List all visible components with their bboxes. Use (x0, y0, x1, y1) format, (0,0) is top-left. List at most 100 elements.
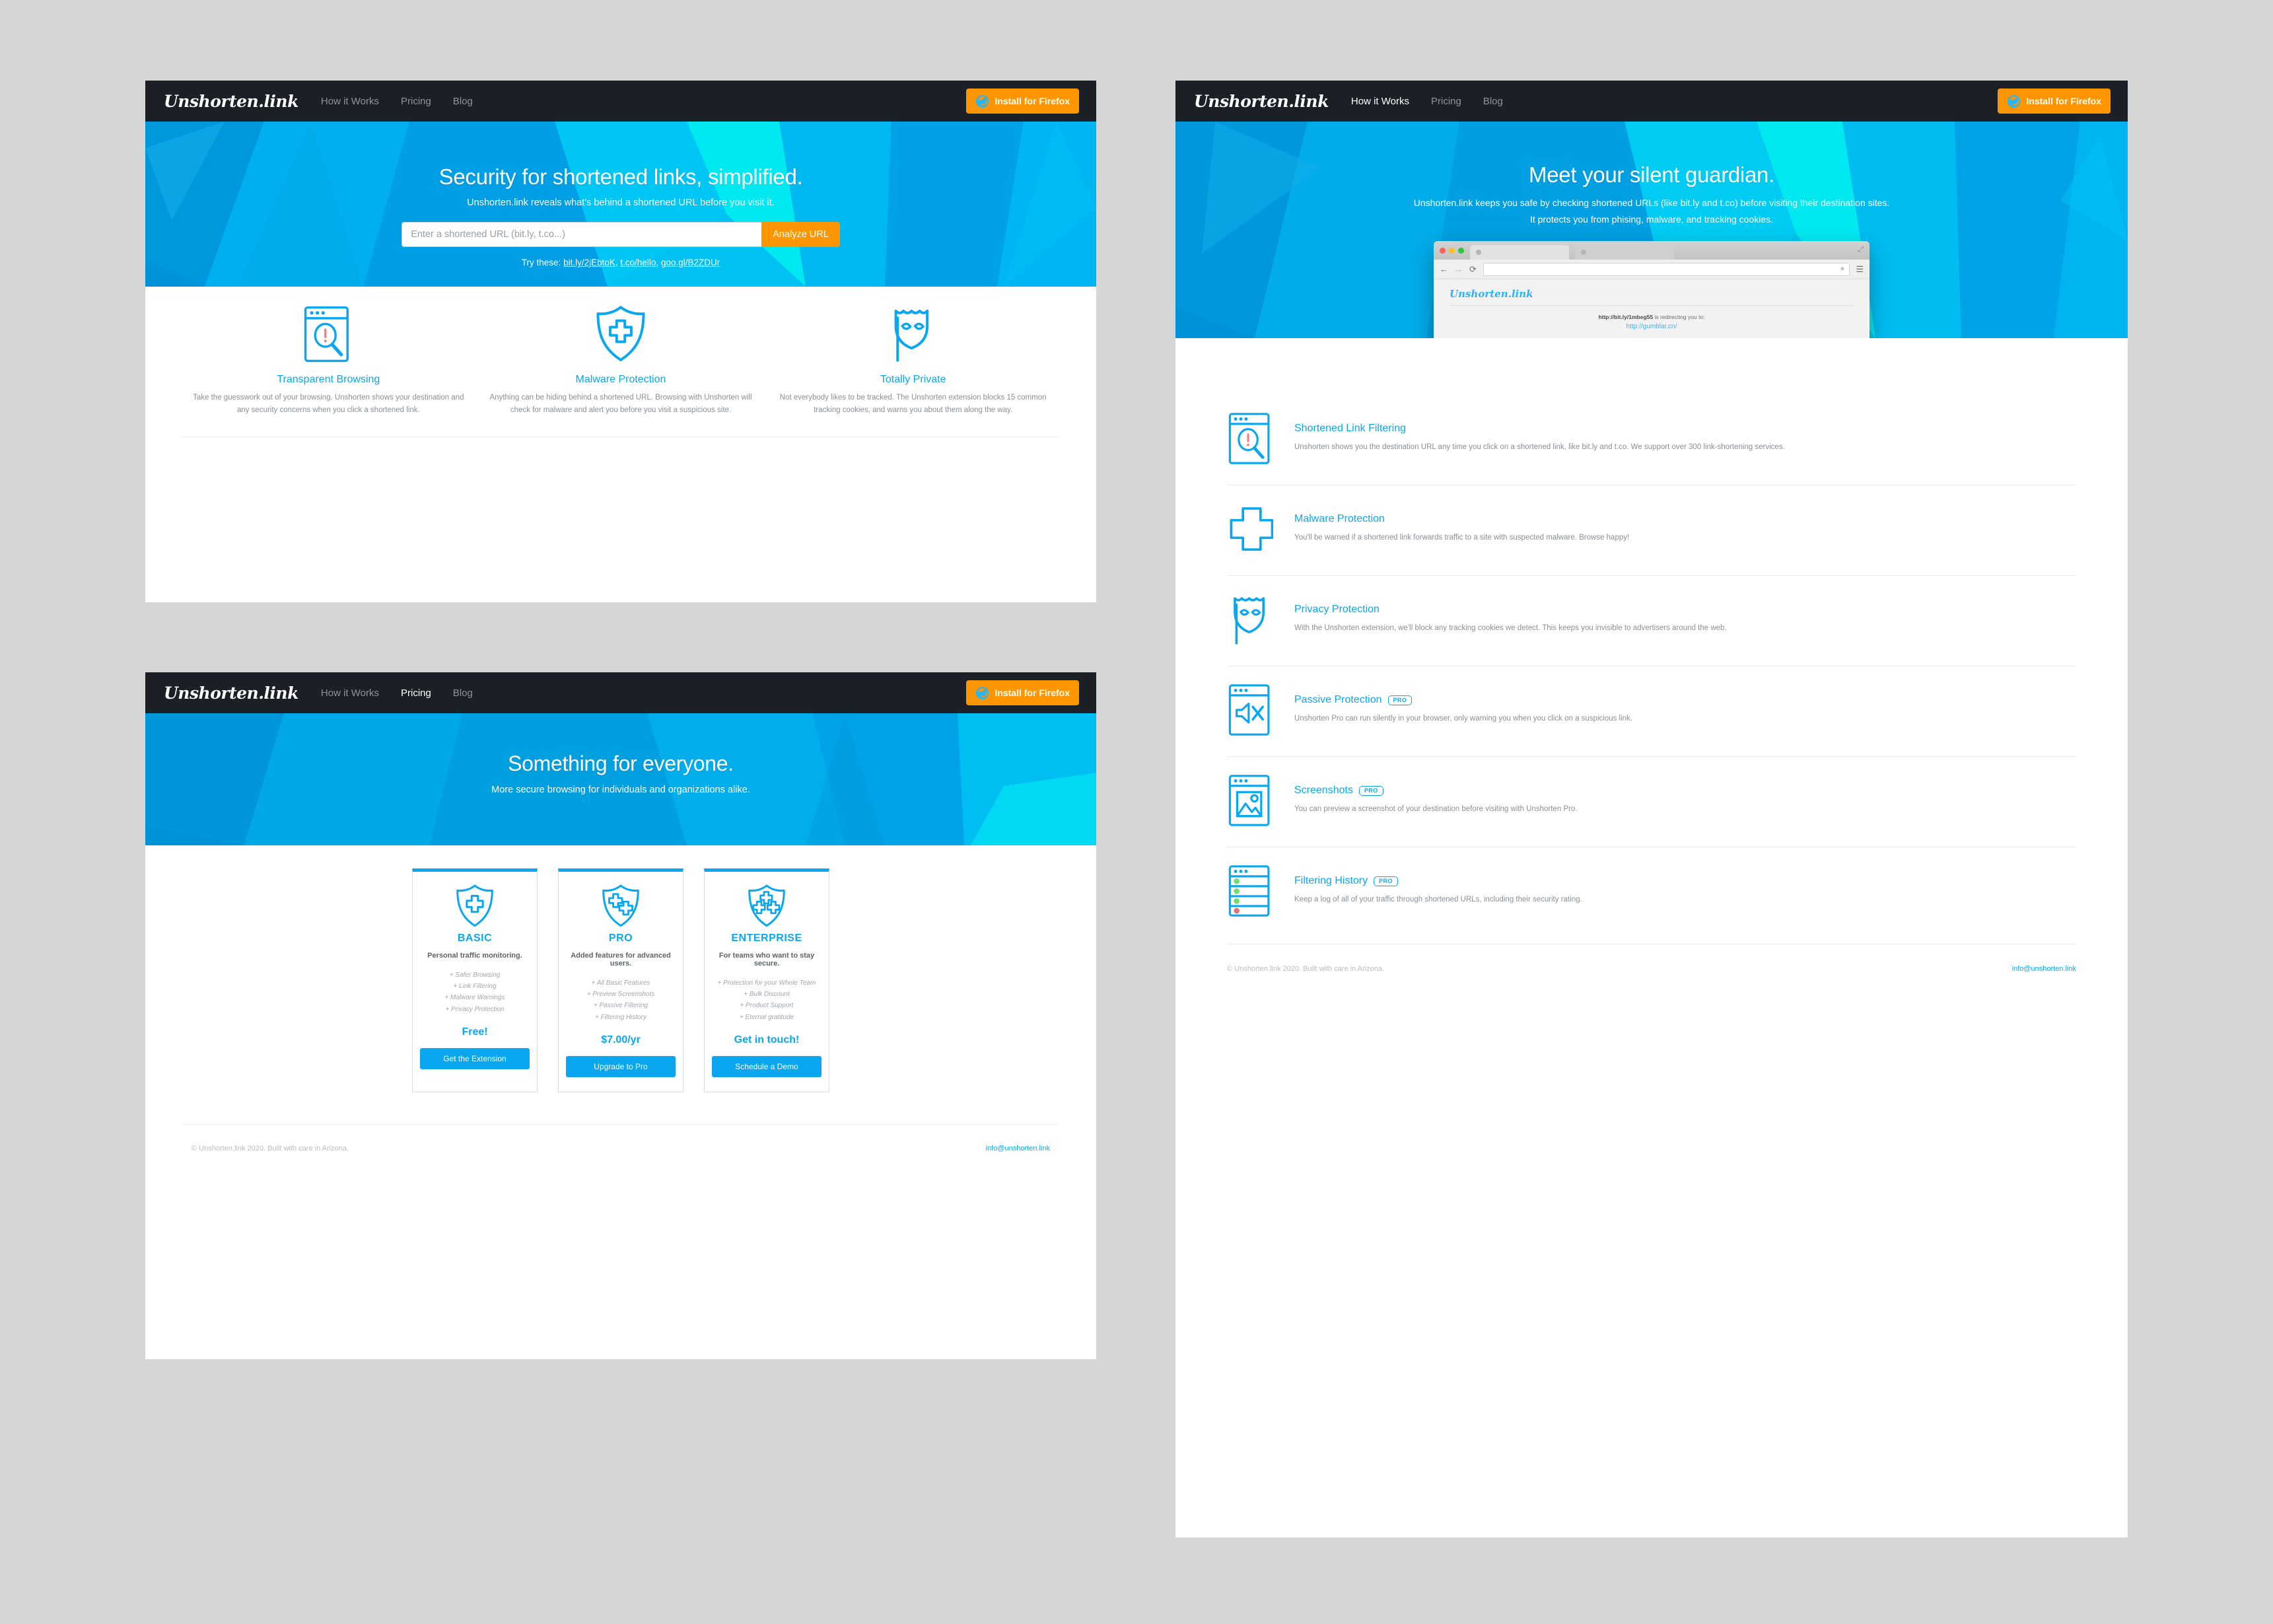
install-for-firefox-button[interactable]: Install for Firefox (966, 88, 1079, 114)
browser-mockup: ⤢ ← → ⟳ ★ ☰ Unshorten.link http://bit.ly… (1434, 241, 1870, 338)
feature-row-body: Keep a log of all of your traffic throug… (1294, 896, 1582, 903)
feature-row-title: Privacy Protection (1294, 604, 1380, 615)
shield-x-icon (1650, 337, 1653, 338)
plan-feature: + Passive Filtering (594, 1002, 648, 1010)
feature-row-body: You'll be warned if a shortened link for… (1294, 534, 1630, 542)
hamburger-menu-icon[interactable]: ☰ (1856, 264, 1864, 275)
pro-badge: PRO (1374, 876, 1398, 886)
back-icon[interactable]: ← (1440, 264, 1448, 274)
plan-feature: + Privacy Protection (445, 1005, 505, 1013)
howitworks-hero-title: Meet your silent guardian. (1529, 162, 1774, 187)
howitworks-footer: © Unshorten.link 2020. Built with care i… (1175, 944, 2128, 993)
footer-email-link[interactable]: info@unshorten.link (2012, 965, 2076, 973)
try-link-tco[interactable]: t.co/hello (620, 258, 656, 267)
brand-logo[interactable]: Unshorten.link (164, 92, 298, 111)
plan-feature-list: + Protection for your Whole Team + Bulk … (712, 977, 822, 1023)
footer-copyright: © Unshorten.link 2020. Built with care i… (1227, 965, 1385, 973)
install-for-firefox-button[interactable]: Install for Firefox (966, 680, 1079, 705)
pricing-navbar: Unshorten.link How it Works Pricing Blog… (145, 672, 1096, 713)
home-feature-columns: Transparent Browsing Take the guesswork … (145, 287, 1096, 417)
nav-link-how-it-works[interactable]: How it Works (1351, 96, 1409, 107)
install-button-label: Install for Firefox (995, 688, 1070, 698)
mock-redirect-source: http://bit.ly/1mbeg55 (1598, 314, 1654, 321)
bookmark-star-icon[interactable]: ★ (1839, 265, 1845, 273)
plan-feature: + Filtering History (594, 1013, 647, 1021)
pricing-hero-subtitle: More secure browsing for individuals and… (491, 785, 750, 795)
shortened-url-input[interactable] (402, 222, 762, 247)
reload-icon[interactable]: ⟳ (1469, 264, 1477, 275)
brand-logo[interactable]: Unshorten.link (1194, 92, 1329, 111)
feature-column-totally-private: Totally Private Not everybody likes to b… (767, 305, 1059, 417)
shield-three-cross-icon (712, 884, 822, 929)
feature-title: Malware Protection (575, 374, 666, 385)
browser-tab-2[interactable] (1575, 245, 1674, 260)
pricing-card-enterprise: ENTERPRISE For teams who want to stay se… (704, 868, 829, 1092)
plan-feature: + Link Filtering (453, 983, 497, 991)
browser-mute-icon (1227, 684, 1275, 736)
feature-row-body: Unshorten Pro can run silently in your b… (1294, 715, 1633, 723)
install-for-firefox-button[interactable]: Install for Firefox (1998, 88, 2111, 114)
nav-link-blog[interactable]: Blog (453, 688, 473, 699)
feature-row-title: Passive Protection (1294, 694, 1382, 705)
mock-brand-logo: Unshorten.link (1450, 288, 1854, 306)
try-sep-2: , (656, 258, 661, 267)
mock-destination-url[interactable]: http://gumblar.cn/ (1450, 323, 1854, 330)
shield-cross-icon (484, 305, 758, 363)
howitworks-hero: Meet your silent guardian. Unshorten.lin… (1175, 122, 2128, 338)
browser-search-alert-icon (1227, 412, 1275, 465)
nav-links: How it Works Pricing Blog (1351, 96, 1503, 107)
try-link-googl[interactable]: goo.gl/B2ZDUr (661, 258, 720, 267)
pricing-hero-title: Something for everyone. (508, 752, 734, 775)
how-it-works-page-panel: Unshorten.link How it Works Pricing Blog… (1175, 81, 2128, 1537)
shield-one-cross-icon (420, 884, 530, 929)
nav-link-pricing[interactable]: Pricing (401, 688, 431, 699)
footer-copyright: © Unshorten.link 2020. Built with care i… (192, 1144, 349, 1152)
install-button-label: Install for Firefox (2026, 96, 2101, 106)
plan-feature: + Eternal gratitude (740, 1013, 794, 1021)
try-link-bitly[interactable]: bit.ly/2jEbtoK (563, 258, 615, 267)
feature-row-malware-protection: Malware Protection You'll be warned if a… (1227, 485, 2076, 576)
browser-address-bar[interactable]: ★ (1483, 262, 1850, 276)
home-hero-title: Security for shortened links, simplified… (438, 164, 803, 189)
pricing-page-panel: Unshorten.link How it Works Pricing Blog… (145, 672, 1096, 1359)
favicon-icon (1581, 250, 1586, 256)
home-hero-subtitle: Unshorten.link reveals what's behind a s… (467, 197, 775, 208)
forward-icon[interactable]: → (1454, 264, 1463, 274)
browser-tab-1[interactable] (1470, 245, 1569, 260)
howitworks-navbar: Unshorten.link How it Works Pricing Blog… (1175, 81, 2128, 122)
nav-link-how-it-works[interactable]: How it Works (321, 96, 379, 107)
plan-feature: + Product Support (740, 1002, 794, 1010)
mock-redirect-text: is redirecting you to: (1653, 314, 1705, 321)
expand-icon[interactable]: ⤢ (1858, 246, 1864, 254)
get-the-extension-button[interactable]: Get the Extension (420, 1047, 530, 1069)
pricing-footer: © Unshorten.link 2020. Built with care i… (145, 1125, 1096, 1172)
feature-row-privacy-protection: Privacy Protection With the Unshorten ex… (1227, 576, 2076, 666)
url-search-row: Analyze URL (145, 222, 1096, 247)
minimize-window-dot[interactable] (1449, 247, 1455, 254)
close-window-dot[interactable] (1440, 247, 1446, 254)
plan-feature: + Bulk Discount (744, 991, 790, 999)
pro-badge: PRO (1358, 785, 1383, 796)
nav-link-pricing[interactable]: Pricing (401, 96, 431, 107)
upgrade-to-pro-button[interactable]: Upgrade to Pro (566, 1055, 676, 1077)
footer-email-link[interactable]: info@unshorten.link (986, 1145, 1050, 1152)
maximize-window-dot[interactable] (1458, 247, 1464, 254)
howitworks-feature-rows: Shortened Link Filtering Unshorten shows… (1175, 338, 2128, 937)
window-controls (1440, 247, 1464, 254)
feature-title: Totally Private (880, 374, 946, 385)
plan-feature: + All Basic Features (591, 979, 650, 987)
feature-column-malware-protection: Malware Protection Anything can be hidin… (475, 305, 767, 417)
schedule-a-demo-button[interactable]: Schedule a Demo (712, 1055, 822, 1077)
plan-price: Get in touch! (734, 1034, 800, 1045)
plan-feature-list: + All Basic Features + Preview Screensho… (566, 977, 676, 1023)
nav-link-blog[interactable]: Blog (453, 96, 473, 107)
feature-row-screenshots: Screenshots PRO You can preview a screen… (1227, 757, 2076, 847)
nav-link-blog[interactable]: Blog (1483, 96, 1503, 107)
nav-link-pricing[interactable]: Pricing (1431, 96, 1461, 107)
shield-two-cross-icon (566, 884, 676, 929)
nav-link-how-it-works[interactable]: How it Works (321, 688, 379, 699)
analyze-url-button[interactable]: Analyze URL (761, 222, 840, 247)
brand-logo[interactable]: Unshorten.link (164, 684, 298, 703)
nav-links: How it Works Pricing Blog (321, 688, 473, 699)
feature-row-title: Malware Protection (1294, 513, 1385, 524)
